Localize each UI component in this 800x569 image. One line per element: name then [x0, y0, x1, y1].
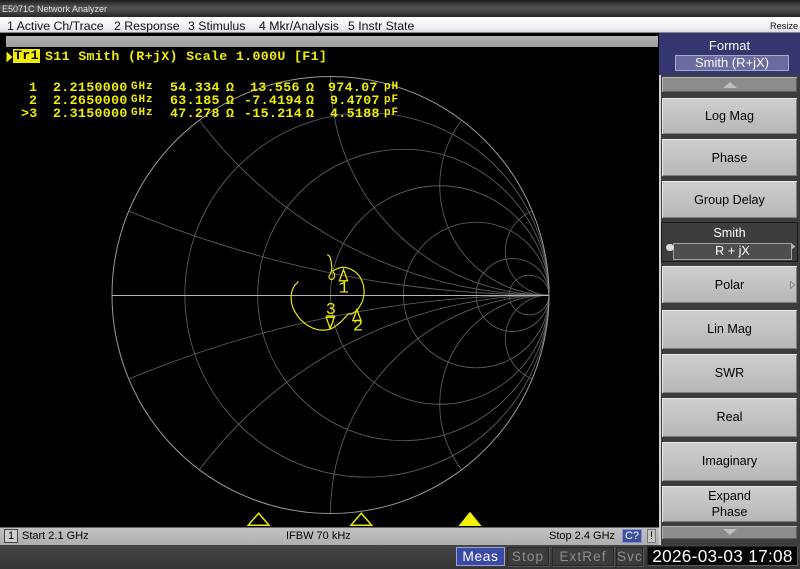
svg-text:1: 1: [339, 279, 349, 298]
svg-text:3: 3: [326, 301, 336, 320]
svg-text:2: 2: [353, 318, 363, 337]
